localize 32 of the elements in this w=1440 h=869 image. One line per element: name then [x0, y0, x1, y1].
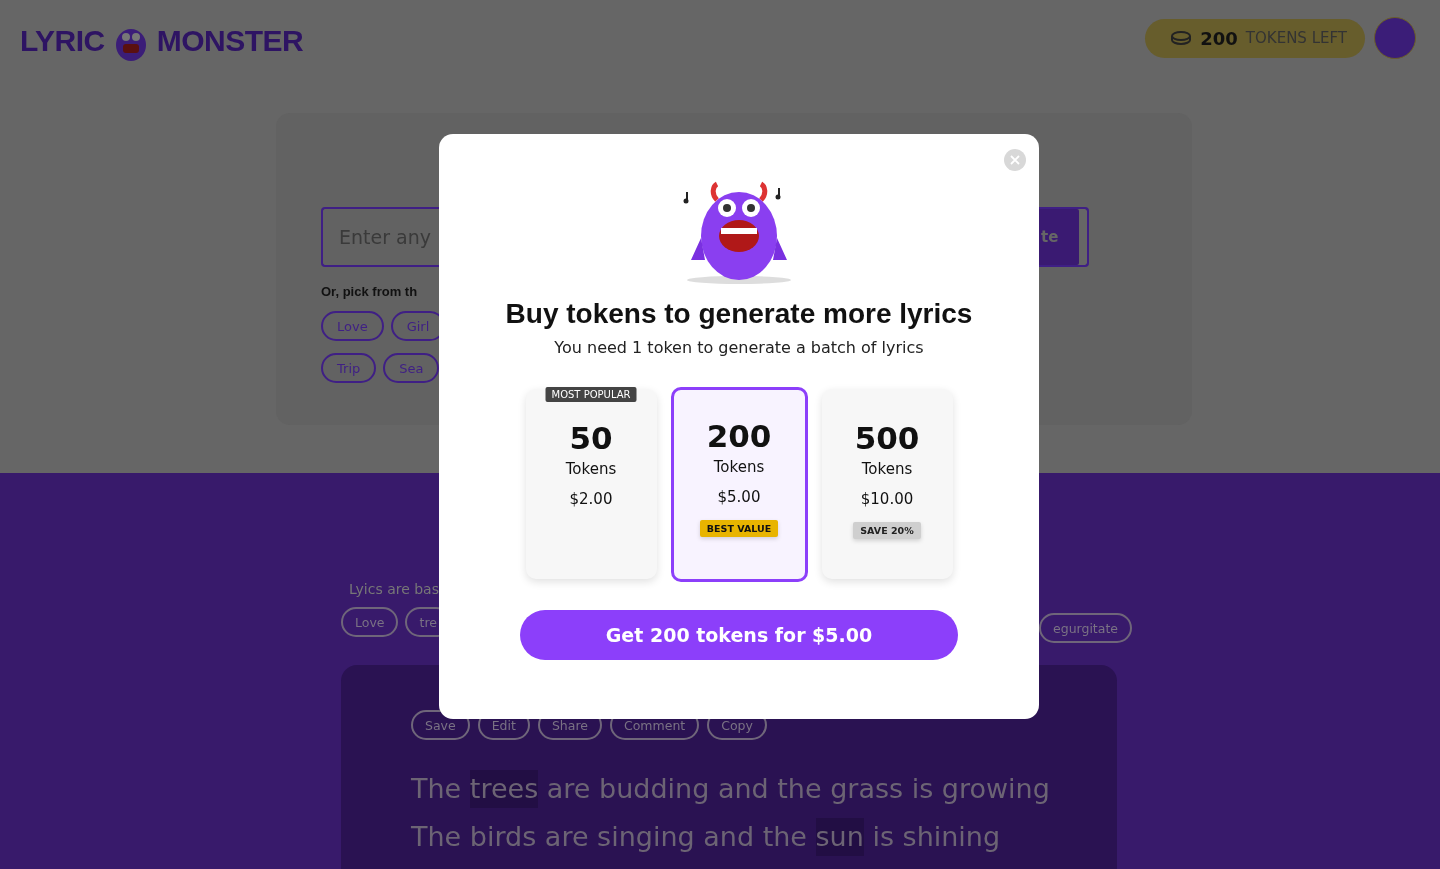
- topic-tag[interactable]: Love: [321, 311, 384, 341]
- note-text: Lyics are bas: [349, 581, 439, 597]
- close-button[interactable]: [1004, 149, 1026, 171]
- token-unit: Tokens: [713, 458, 765, 476]
- buy-button[interactable]: Get 200 tokens for $5.00: [520, 610, 958, 660]
- token-unit: Tokens: [565, 460, 617, 478]
- lyric-line: The birds are singing and the sun is shining: [411, 818, 1001, 856]
- token-plan-card[interactable]: 500 Tokens $10.00 SAVE 20%: [821, 389, 953, 579]
- keyword-tag[interactable]: Love: [341, 607, 399, 637]
- token-unit: Tokens: [861, 460, 913, 478]
- dialog-subtitle: You need 1 token to generate a batch of lyrics: [554, 338, 924, 357]
- plan-price: $5.00: [717, 488, 761, 506]
- logo-text: MONSTER: [156, 24, 304, 58]
- avatar[interactable]: [1374, 17, 1416, 59]
- token-plan-card[interactable]: 200 Tokens $5.00 BEST VALUE: [670, 387, 808, 582]
- plan-label: SAVE 20%: [853, 522, 921, 539]
- dialog-title: Buy tokens to generate more lyrics: [505, 298, 973, 330]
- close-icon: [1010, 155, 1020, 165]
- token-amount: 200: [706, 418, 772, 454]
- token-amount: 50: [569, 420, 613, 456]
- most-popular-label: MOST POPULAR: [545, 387, 637, 402]
- lyric-line: The trees are budding and the grass is growing: [411, 770, 1050, 808]
- token-plan-card[interactable]: MOST POPULAR 50 Tokens $2.00: [525, 389, 657, 579]
- plan-price: $10.00: [860, 490, 914, 508]
- logo-text: LYRIC: [20, 24, 105, 58]
- generate-button[interactable]: te: [1039, 207, 1089, 267]
- token-amount: 500: [854, 420, 920, 456]
- coin-stack-icon: [1170, 30, 1193, 46]
- pick-label: Or, pick from th: [321, 284, 419, 299]
- plan-label: BEST VALUE: [699, 520, 779, 537]
- plan-price: $2.00: [569, 490, 613, 508]
- topic-tag[interactable]: Trip: [321, 353, 377, 383]
